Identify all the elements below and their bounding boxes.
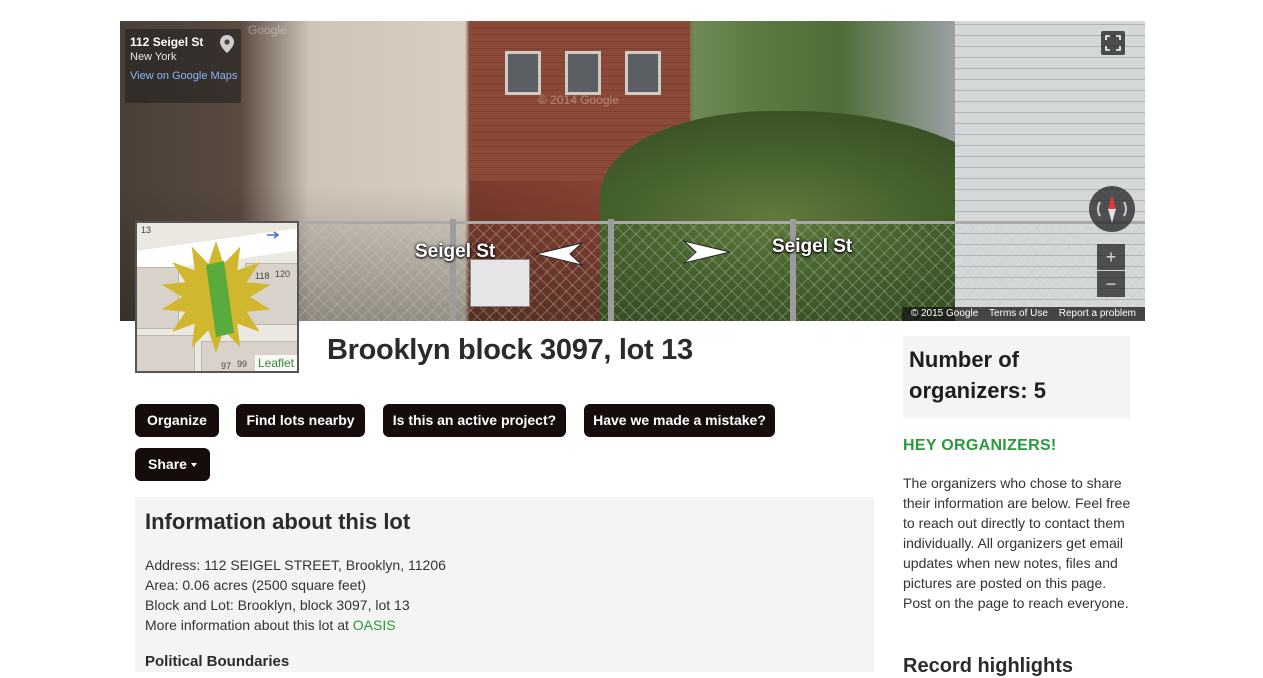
political-boundaries-heading: Political Boundaries xyxy=(145,653,290,670)
navigate-right-arrow-icon[interactable] xyxy=(680,237,736,267)
hey-organizers-heading: HEY ORGANIZERS! xyxy=(903,437,1057,454)
lot-info-panel: Information about this lot Address: 112 … xyxy=(135,497,874,672)
copyright-text: © 2015 Google xyxy=(910,308,979,319)
fullscreen-icon xyxy=(1105,35,1121,51)
zoom-out-button[interactable]: − xyxy=(1097,271,1125,297)
street-label-left: Seigel St xyxy=(415,241,496,262)
lot-number-label: 99 xyxy=(237,359,248,369)
info-more: More information about this lot at OASIS xyxy=(145,617,396,633)
organizers-count: Number of organizers: 5 xyxy=(909,347,1046,403)
view-on-google-maps-link[interactable]: View on Google Maps xyxy=(130,70,241,82)
hey-organizers-text: The organizers who chose to share their … xyxy=(903,475,1131,611)
find-lots-nearby-button[interactable]: Find lots nearby xyxy=(236,404,365,437)
fence-post xyxy=(608,219,614,321)
share-label: Share xyxy=(148,456,187,472)
street-label-right: Seigel St xyxy=(772,236,853,257)
info-address: Address: 112 SEIGEL STREET, Brooklyn, 11… xyxy=(145,557,446,573)
window xyxy=(505,51,541,95)
oasis-link[interactable]: OASIS xyxy=(353,617,396,633)
info-area: Area: 0.06 acres (2500 square feet) xyxy=(145,577,367,593)
lot-number-label: 120 xyxy=(275,269,291,279)
leaflet-attribution-link[interactable]: Leaflet xyxy=(254,355,297,371)
report-mistake-button[interactable]: Have we made a mistake? xyxy=(584,404,775,437)
report-problem-link[interactable]: Report a problem xyxy=(1059,308,1136,319)
window xyxy=(625,51,661,95)
info-title: Information about this lot xyxy=(145,509,411,534)
map-pin-icon[interactable] xyxy=(220,35,234,53)
lot-number-label: 97 xyxy=(221,361,232,371)
compass-control[interactable] xyxy=(1089,186,1135,232)
organize-button[interactable]: Organize xyxy=(135,404,219,437)
info-block-lot: Block and Lot: Brooklyn, block 3097, lot… xyxy=(145,597,410,613)
compass-icon xyxy=(1097,195,1127,223)
organizers-count-box: Number of organizers: 5 xyxy=(903,336,1130,418)
share-dropdown-button[interactable]: Share xyxy=(135,448,210,481)
google-watermark: Google xyxy=(248,23,287,37)
sidebar-next-heading: Record highlights xyxy=(903,655,1073,677)
location-info-box: 112 Seigel St New York View on Google Ma… xyxy=(125,29,241,103)
caret-down-icon xyxy=(190,463,197,468)
lot-number-label: 13 xyxy=(141,225,152,235)
terms-of-use-link[interactable]: Terms of Use xyxy=(989,308,1048,319)
fullscreen-button[interactable] xyxy=(1101,31,1125,55)
chain-link-fence xyxy=(280,221,1145,321)
page-title: Brooklyn block 3097, lot 13 xyxy=(327,334,693,366)
active-project-button[interactable]: Is this an active project? xyxy=(383,404,566,437)
zoom-in-button[interactable]: + xyxy=(1097,244,1125,270)
navigate-left-arrow-icon[interactable] xyxy=(530,239,586,269)
map-attribution: © 2015 Google Terms of Use Report a prob… xyxy=(901,307,1145,321)
lot-minimap[interactable]: 13 118 120 97 99 Leaflet xyxy=(135,221,299,373)
fence-sign xyxy=(470,259,530,307)
window xyxy=(565,51,601,95)
fence-post xyxy=(790,219,796,321)
fence-post xyxy=(450,219,456,321)
google-watermark-mid: © 2014 Google xyxy=(538,93,619,107)
lot-highlight-starburst xyxy=(161,241,271,353)
info-more-prefix: More information about this lot at xyxy=(145,617,349,633)
